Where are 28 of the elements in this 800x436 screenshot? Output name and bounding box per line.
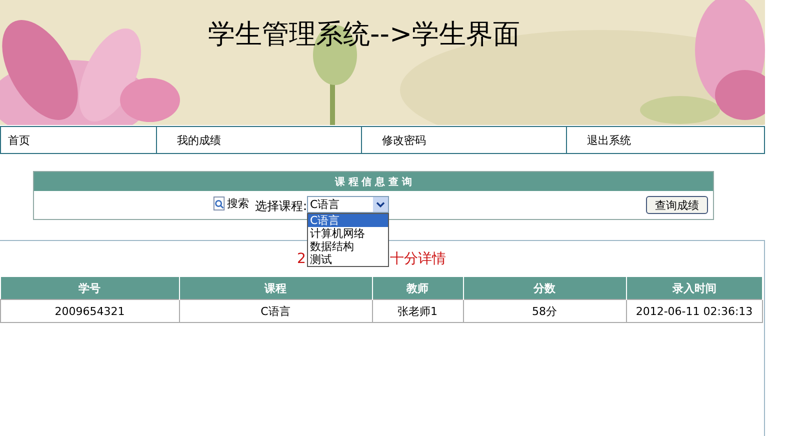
nav-link[interactable]: 修改密码 <box>382 132 426 148</box>
column-header: 分数 <box>463 277 626 300</box>
result-heading: 2 <box>297 251 306 267</box>
table-cell: C语言 <box>179 300 372 322</box>
table-cell: 2012-06-11 02:36:13 <box>626 300 762 322</box>
table-cell: 张老师1 <box>372 300 463 322</box>
page-title: 学生管理系统-->学生界面 <box>208 18 520 52</box>
dropdown-option[interactable]: C语言 <box>308 214 388 227</box>
course-label: 选择课程: <box>255 198 308 215</box>
course-select[interactable]: C语言 <box>307 196 389 213</box>
nav-link[interactable]: 首页 <box>8 132 30 148</box>
query-button[interactable]: 查询成绩 <box>646 196 708 214</box>
dropdown-option[interactable]: 测试 <box>308 253 388 266</box>
table-cell: 58分 <box>463 300 626 322</box>
search-icon <box>213 196 226 211</box>
nav-link[interactable]: 我的成绩 <box>177 132 221 148</box>
column-header: 录入时间 <box>626 277 762 300</box>
table-cell: 2009654321 <box>0 300 179 322</box>
result-heading: 十分详情 <box>390 250 446 268</box>
caret-icon <box>376 201 385 208</box>
nav-link[interactable]: 退出系统 <box>587 132 631 148</box>
search-link[interactable]: 搜索 <box>213 196 249 211</box>
column-header: 学号 <box>0 277 179 300</box>
dropdown-option[interactable]: 计算机网络 <box>308 227 388 240</box>
panel-title: 课 程 信 息 查 询 <box>334 176 412 188</box>
column-header: 教师 <box>372 277 463 300</box>
column-header: 课程 <box>179 277 372 300</box>
dropdown-option[interactable]: 数据结构 <box>308 240 388 253</box>
